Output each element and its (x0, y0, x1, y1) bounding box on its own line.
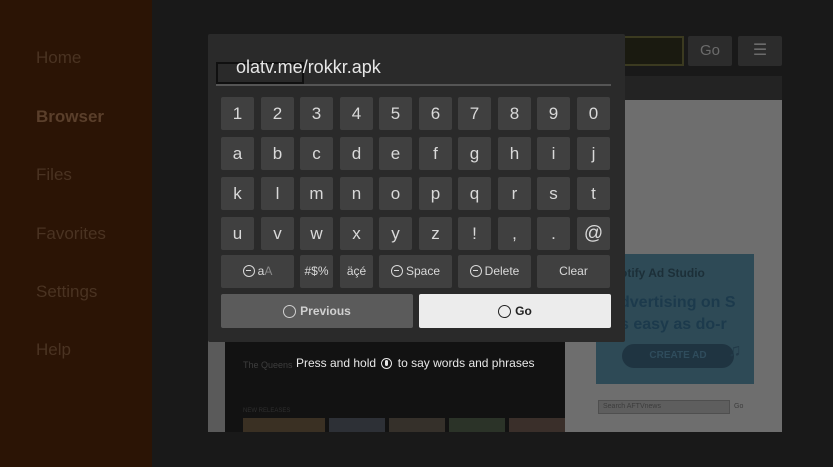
key-9[interactable]: 9 (537, 97, 570, 130)
sidebar: Home Browser Files Favorites Settings He… (0, 0, 152, 467)
screen: Home Browser Files Favorites Settings He… (0, 0, 833, 467)
key-5[interactable]: 5 (379, 97, 412, 130)
go-button[interactable]: Go (419, 294, 611, 328)
ad-headline: dvertising on S (620, 294, 736, 311)
key-r[interactable]: r (498, 177, 531, 210)
key-o[interactable]: o (379, 177, 412, 210)
key-e[interactable]: e (379, 137, 412, 170)
thumbnail (389, 418, 445, 432)
hint-text-after: to say words and phrases (397, 356, 535, 370)
previous-label: Previous (300, 304, 351, 318)
menu-circle-icon (242, 265, 255, 277)
space-key[interactable]: Space (379, 255, 452, 288)
key-n[interactable]: n (340, 177, 373, 210)
sidebar-item-help[interactable]: Help (36, 340, 71, 360)
rewind-circle-icon (469, 265, 482, 277)
ad-title: otify Ad Studio (620, 266, 705, 280)
thumbnail (329, 418, 385, 432)
thumbnail (509, 418, 565, 432)
space-key-label: Space (405, 264, 441, 278)
browser-go-button[interactable]: Go (688, 36, 732, 66)
key-k[interactable]: k (221, 177, 254, 210)
previous-button[interactable]: Previous (221, 294, 413, 328)
key-6[interactable]: 6 (419, 97, 452, 130)
key-v[interactable]: v (261, 217, 294, 250)
key-period[interactable]: . (537, 217, 570, 250)
key-at[interactable]: @ (577, 217, 610, 250)
key-z[interactable]: z (419, 217, 452, 250)
key-t[interactable]: t (577, 177, 610, 210)
create-ad-button[interactable]: CREATE AD (622, 344, 734, 368)
key-d[interactable]: d (340, 137, 373, 170)
case-key-sub-label: A (264, 264, 273, 278)
key-j[interactable]: j (577, 137, 610, 170)
sidebar-item-browser[interactable]: Browser (36, 107, 104, 127)
key-3[interactable]: 3 (300, 97, 333, 130)
voice-hint: Press and hold to say words and phrases (296, 356, 535, 370)
key-w[interactable]: w (300, 217, 333, 250)
key-8[interactable]: 8 (498, 97, 531, 130)
key-0[interactable]: 0 (577, 97, 610, 130)
key-m[interactable]: m (300, 177, 333, 210)
key-x[interactable]: x (340, 217, 373, 250)
webpage-hero: The Queens NEW RELEASES (225, 340, 565, 432)
input-underline (216, 84, 611, 86)
key-p[interactable]: p (419, 177, 452, 210)
key-1[interactable]: 1 (221, 97, 254, 130)
accents-key[interactable]: äçé (340, 255, 373, 288)
key-u[interactable]: u (221, 217, 254, 250)
microphone-icon (381, 358, 393, 369)
symbols-key[interactable]: #$% (300, 255, 333, 288)
delete-key[interactable]: Delete (458, 255, 531, 288)
url-input-text[interactable]: olatv.me/rokkr.apk (236, 57, 381, 78)
key-c[interactable]: c (300, 137, 333, 170)
key-7[interactable]: 7 (458, 97, 491, 130)
menu-icon[interactable]: ☰ (738, 36, 782, 66)
key-h[interactable]: h (498, 137, 531, 170)
key-f[interactable]: f (419, 137, 452, 170)
key-i[interactable]: i (537, 137, 570, 170)
page-search-go-button[interactable]: Go (734, 400, 752, 414)
delete-key-label: Delete (484, 264, 520, 278)
sidebar-item-favorites[interactable]: Favorites (36, 224, 106, 244)
ad-headline-2: s easy as do-r (620, 316, 727, 333)
hero-caption: The Queens (243, 360, 293, 370)
music-note-icon: ♫ (728, 340, 742, 360)
key-s[interactable]: s (537, 177, 570, 210)
play-pause-circle-icon (498, 305, 512, 318)
thumbnail (243, 418, 325, 432)
key-l[interactable]: l (261, 177, 294, 210)
sidebar-item-files[interactable]: Files (36, 165, 72, 185)
clear-key[interactable]: Clear (537, 255, 610, 288)
case-toggle-key[interactable]: aA (221, 255, 294, 288)
key-b[interactable]: b (261, 137, 294, 170)
hint-text-before: Press and hold (296, 356, 377, 370)
key-q[interactable]: q (458, 177, 491, 210)
sidebar-item-home[interactable]: Home (36, 48, 81, 68)
key-g[interactable]: g (458, 137, 491, 170)
back-circle-icon (283, 305, 297, 318)
sidebar-item-settings[interactable]: Settings (36, 282, 97, 302)
key-comma[interactable]: , (498, 217, 531, 250)
key-2[interactable]: 2 (261, 97, 294, 130)
key-exclamation[interactable]: ! (458, 217, 491, 250)
play-pause-circle-icon (390, 265, 403, 277)
thumbnail (449, 418, 505, 432)
page-search-input[interactable]: Search AFTVnews (598, 400, 730, 414)
hero-section-label: NEW RELEASES (243, 408, 291, 414)
go-label: Go (515, 304, 532, 318)
key-a[interactable]: a (221, 137, 254, 170)
key-4[interactable]: 4 (340, 97, 373, 130)
key-y[interactable]: y (379, 217, 412, 250)
